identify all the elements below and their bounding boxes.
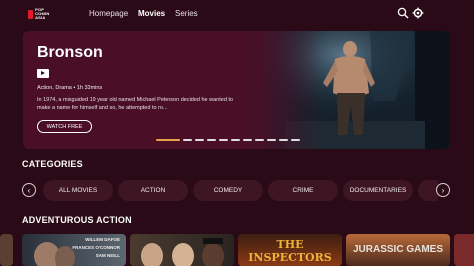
poster-partial-left[interactable] — [0, 234, 13, 266]
movie-poster[interactable] — [130, 234, 234, 266]
carousel-dot[interactable] — [243, 139, 252, 141]
watch-free-button[interactable]: WATCH FREE — [37, 120, 92, 133]
poster-title: JURASSIC GAMES — [352, 244, 443, 255]
carousel-indicators — [156, 139, 300, 141]
category-chip-crime[interactable]: CRIME — [268, 180, 338, 201]
hero-banner[interactable]: Bronson Action, Drama • 1h 33mins In 197… — [23, 31, 450, 149]
carousel-dot[interactable] — [267, 139, 276, 141]
hero-description: In 1974, a misguided 19 year old named M… — [37, 97, 233, 111]
gear-icon[interactable] — [412, 7, 424, 19]
categories-title: CATEGORIES — [22, 159, 83, 169]
category-chip-documentaries[interactable]: DOCUMENTARIES — [343, 180, 413, 201]
poster-credit: WILLEM DAFOE — [85, 237, 120, 242]
category-chip-comedy[interactable]: COMEDY — [193, 180, 263, 201]
categories-next-button[interactable]: › — [436, 183, 450, 197]
logo-text: POP COMIN ASIA — [35, 7, 50, 20]
top-bar: POP COMIN ASIA Homepage Movies Series — [0, 0, 474, 28]
app-logo[interactable]: POP COMIN ASIA — [28, 7, 58, 21]
categories-prev-button[interactable]: ‹ — [22, 183, 36, 197]
movie-poster[interactable]: JURASSIC GAMES — [346, 234, 450, 266]
category-chip-action[interactable]: ACTION — [118, 180, 188, 201]
play-icon[interactable] — [37, 69, 49, 78]
chevron-left-icon: ‹ — [27, 185, 31, 195]
search-icon[interactable] — [397, 7, 409, 19]
hero-image — [255, 31, 450, 149]
movie-poster[interactable]: THE INSPECTORS — [238, 234, 342, 266]
hero-title: Bronson — [37, 44, 103, 61]
carousel-dot[interactable] — [207, 139, 216, 141]
nav-homepage[interactable]: Homepage — [89, 9, 128, 18]
poster-credit: SAM NEILL — [95, 253, 120, 258]
poster-art — [141, 238, 224, 266]
poster-partial-right[interactable] — [454, 234, 474, 266]
poster-credit: FRANCES O'CONNOR — [72, 245, 120, 250]
carousel-dot[interactable] — [219, 139, 228, 141]
category-chip-all-movies[interactable]: ALL MOVIES — [43, 180, 113, 201]
movie-poster[interactable]: WILLEM DAFOE FRANCES O'CONNOR SAM NEILL — [22, 234, 126, 266]
chevron-right-icon: › — [441, 185, 445, 195]
carousel-dot[interactable] — [156, 139, 180, 141]
poster-title: THE INSPECTORS — [248, 238, 332, 264]
carousel-dot[interactable] — [195, 139, 204, 141]
nav-movies[interactable]: Movies — [138, 9, 165, 18]
adventurous-action-title: ADVENTUROUS ACTION — [22, 215, 132, 225]
carousel-dot[interactable] — [291, 139, 300, 141]
carousel-dot[interactable] — [183, 139, 192, 141]
logo-mark — [28, 9, 34, 19]
nav-series[interactable]: Series — [175, 9, 198, 18]
hero-meta: Action, Drama • 1h 33mins — [37, 85, 103, 91]
carousel-dot[interactable] — [255, 139, 264, 141]
category-chip-partial[interactable] — [418, 180, 438, 201]
carousel-dot[interactable] — [279, 139, 288, 141]
carousel-dot[interactable] — [231, 139, 240, 141]
